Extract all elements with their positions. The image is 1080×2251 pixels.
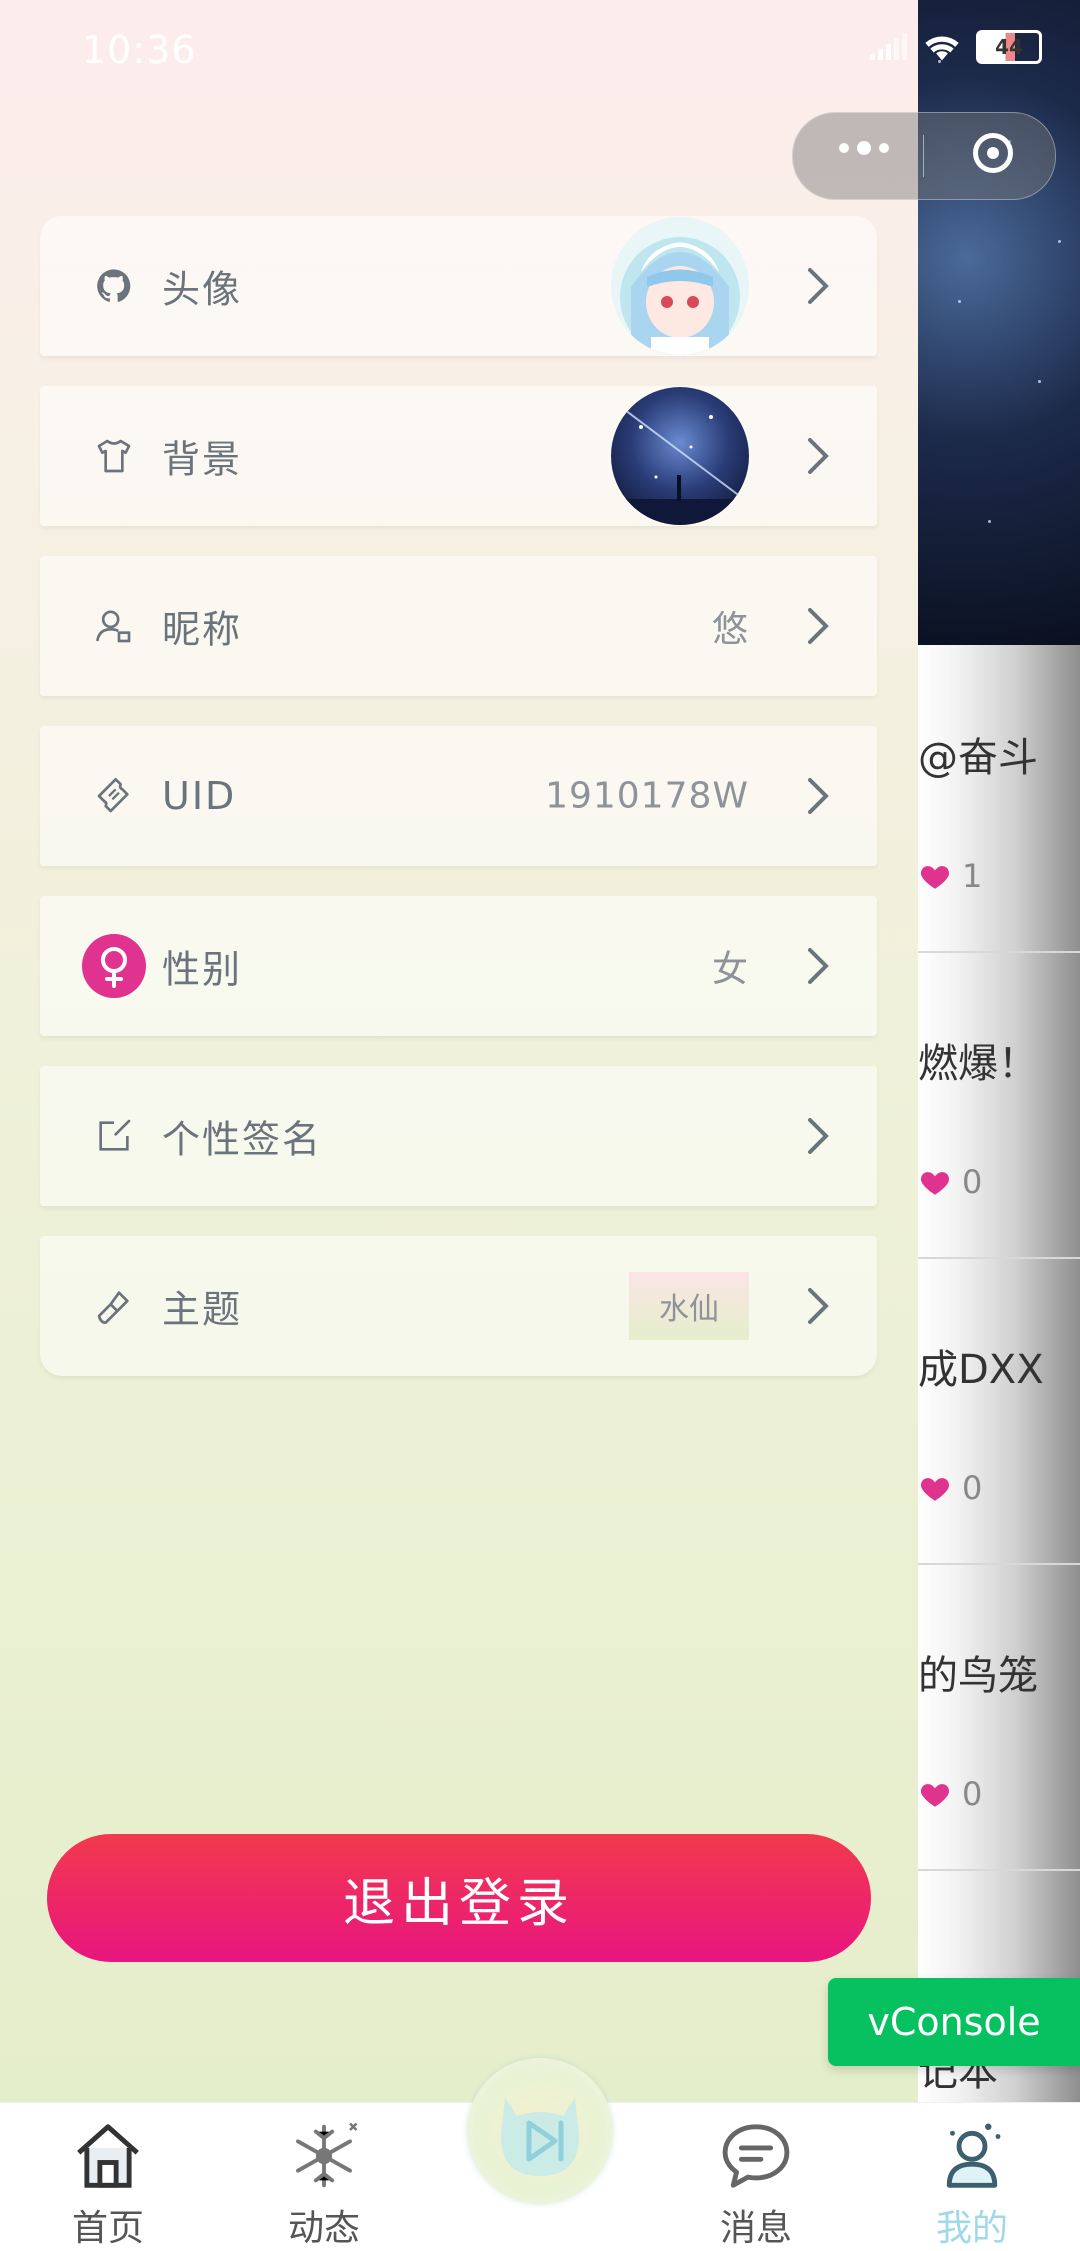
row-label: 主题 [162,1287,243,1332]
play-cat-icon [501,2098,579,2176]
row-label: 个性签名 [162,1117,323,1162]
feed-item-likes: 0 [918,1775,982,1813]
tab-label: 我的 [935,2208,1008,2249]
feed-item-likes: 1 [918,857,982,895]
heart-icon [920,1172,950,1195]
signal-icon [870,33,907,60]
nickname-value: 悠 [711,609,749,650]
chevron-right-icon [808,608,829,644]
avatar [611,217,749,355]
chevron-right-icon [808,1118,829,1154]
row-signature[interactable]: 个性签名 [40,1066,877,1206]
chevron-right-icon [808,268,829,304]
theme-badge: 水仙 [629,1272,749,1340]
feed-item-title: 成DXX [918,1347,1044,1393]
wifi-icon [925,36,959,61]
tshirt-icon [97,439,131,473]
row-label: 昵称 [162,607,243,652]
heart-icon [920,1784,950,1807]
center-play-button[interactable] [467,2058,613,2204]
feed-item-title: 燃爆！ [918,1041,1038,1087]
chevron-right-icon [808,1288,829,1324]
background-page: @奋斗 1 燃爆！ 0 成DXX 0 的鸟笼 0 记本 [918,0,1080,2102]
tab-mine[interactable]: 我的 [864,2103,1080,2249]
female-icon [82,934,146,998]
chat-icon [722,2124,790,2188]
row-label: UID [162,774,237,818]
feed-item-likes: 0 [918,1163,982,1201]
uid-value: 1910178W [545,775,749,817]
profile-icon [946,2123,1001,2188]
row-background[interactable]: 背景 [40,386,877,526]
gender-value: 女 [711,949,749,990]
feed-item-title: @奋斗 [918,735,1038,781]
row-label: 性别 [162,947,243,992]
row-label: 背景 [162,437,243,482]
feed-item[interactable]: @奋斗 1 [918,645,1080,953]
row-uid[interactable]: UID 1910178W [40,726,877,866]
row-theme[interactable]: 主题 水仙 [40,1236,877,1376]
profile-drawer: 头像 背景 昵称 悠 UID 1910178W 性别 女 个性签名 主题 水仙 … [0,0,918,2102]
chevron-right-icon [808,948,829,984]
vconsole-button[interactable]: vConsole [828,1978,1080,2066]
tab-label: 动态 [287,2208,360,2249]
heart-icon [920,866,950,889]
background-thumbnail [611,387,749,525]
chevron-right-icon [808,778,829,814]
tab-moments[interactable]: 动态 [216,2103,432,2249]
row-gender[interactable]: 性别 女 [40,896,877,1036]
ticket-icon [97,777,129,813]
tab-home[interactable]: 首页 [0,2103,216,2249]
row-nickname[interactable]: 昵称 悠 [40,556,877,696]
row-avatar[interactable]: 头像 [40,216,877,356]
more-icon[interactable] [839,141,889,155]
tab-label: 首页 [71,2208,144,2249]
user-edit-icon [96,610,131,643]
home-icon [77,2124,139,2188]
row-label: 头像 [162,267,243,312]
tab-messages[interactable]: 消息 [648,2103,864,2249]
feed-item-title: 的鸟笼 [918,1653,1038,1699]
feed-item[interactable]: 成DXX 0 [918,1257,1080,1565]
logout-button[interactable]: 退出登录 [47,1834,871,1962]
close-miniprogram-icon[interactable] [973,133,1013,173]
snowflake-icon [296,2122,358,2188]
feed-item[interactable]: 燃爆！ 0 [918,951,1080,1259]
battery-icon: 44 [976,30,1042,64]
brush-icon [97,1291,129,1324]
status-time: 10:36 [82,28,197,72]
feed-item-likes: 0 [918,1469,982,1507]
tab-label: 消息 [719,2208,792,2249]
edit-icon [99,1119,131,1151]
status-bar: 10:36 44 [0,0,1080,100]
heart-icon [920,1478,950,1501]
feed-item[interactable]: 的鸟笼 0 [918,1563,1080,1871]
github-cat-icon [97,269,131,302]
chevron-right-icon [808,438,829,474]
miniprogram-capsule [792,112,1056,200]
